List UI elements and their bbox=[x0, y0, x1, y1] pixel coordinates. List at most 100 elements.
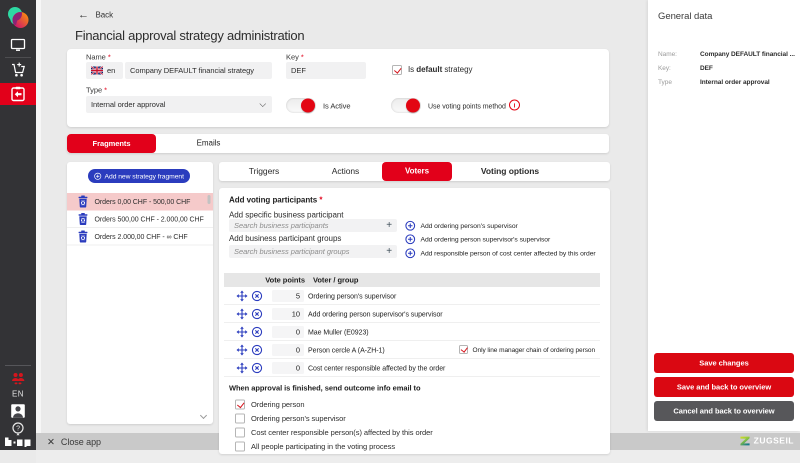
toggle-knob bbox=[301, 99, 315, 113]
language-prefix[interactable]: en bbox=[86, 62, 123, 79]
line-manager-chain-option: Only line manager chain of ordering pers… bbox=[459, 345, 595, 354]
toggle-knob bbox=[406, 99, 420, 113]
people-red-icon bbox=[11, 372, 26, 385]
gd-type-label: Type bbox=[658, 78, 672, 86]
vote-points-value[interactable]: 5 bbox=[272, 290, 304, 302]
is-active-toggle[interactable] bbox=[286, 98, 316, 113]
search-business-participants-input[interactable]: Search business participants + bbox=[229, 219, 397, 232]
fragment-item[interactable]: Orders 2.000,00 CHF - ∞ CHF bbox=[67, 228, 213, 246]
voter-name: Ordering person's supervisor bbox=[308, 292, 396, 300]
language-switcher[interactable]: EN bbox=[0, 389, 36, 400]
voter-row: 0 Person cercle A (A-ZH-1) Only line man… bbox=[224, 341, 600, 359]
vote-points-value[interactable]: 0 bbox=[272, 326, 304, 338]
search-participant-groups-input[interactable]: Search business participant groups + bbox=[229, 245, 397, 258]
fragment-item[interactable]: Orders 500,00 CHF - 2.000,00 CHF bbox=[67, 211, 213, 229]
add-supervisor-link[interactable]: Add ordering person's supervisor bbox=[405, 221, 518, 232]
type-select[interactable]: Internal order approval bbox=[86, 96, 272, 113]
cancel-and-back-button[interactable]: Cancel and back to overview bbox=[654, 401, 794, 421]
trash-icon[interactable] bbox=[78, 195, 88, 207]
subtab-voters[interactable]: Voters bbox=[382, 162, 452, 181]
gd-key-value: DEF bbox=[700, 64, 713, 72]
email-option-checkbox[interactable] bbox=[235, 428, 245, 438]
line-manager-chain-checkbox[interactable] bbox=[459, 345, 468, 354]
is-default-checkbox[interactable] bbox=[392, 65, 402, 75]
monitor-icon bbox=[10, 38, 26, 52]
cart-plus-icon bbox=[10, 62, 26, 78]
name-input[interactable]: Company DEFAULT financial strategy bbox=[125, 62, 272, 79]
info-icon[interactable]: i bbox=[509, 100, 520, 111]
sidebar-item-profile[interactable] bbox=[0, 403, 36, 419]
scrollbar-thumb[interactable] bbox=[208, 195, 211, 204]
app-logo-icon bbox=[6, 5, 30, 31]
move-icon[interactable] bbox=[237, 345, 248, 356]
content-scroll-gutter bbox=[36, 0, 41, 433]
add-cost-center-responsible-link[interactable]: Add responsible person of cost center af… bbox=[405, 248, 596, 259]
sidebar-item-help[interactable]: ? bbox=[0, 422, 36, 436]
voter-name: Add ordering person supervisor's supervi… bbox=[308, 310, 443, 318]
main-tabbar: Fragments Emails bbox=[67, 134, 609, 153]
move-icon[interactable] bbox=[237, 327, 248, 338]
app-sidebar: EN ? bbox=[0, 0, 36, 450]
remove-icon[interactable] bbox=[252, 327, 263, 338]
trash-icon[interactable] bbox=[78, 230, 88, 242]
key-input[interactable]: DEF bbox=[286, 62, 366, 79]
remove-icon[interactable] bbox=[252, 363, 263, 374]
move-icon[interactable] bbox=[237, 309, 248, 320]
circle-plus-icon bbox=[94, 172, 102, 180]
is-default-label: Is default strategy bbox=[408, 66, 472, 75]
fragment-item[interactable]: Orders 0,00 CHF - 500,00 CHF bbox=[67, 193, 213, 211]
bp-logo bbox=[0, 436, 36, 448]
help-icon: ? bbox=[12, 422, 25, 436]
voting-points-toggle[interactable] bbox=[391, 98, 421, 113]
vote-points-value[interactable]: 0 bbox=[272, 362, 304, 374]
voter-row: 10 Add ordering person supervisor's supe… bbox=[224, 305, 600, 323]
add-supervisors-supervisor-link[interactable]: Add ordering person supervisor's supervi… bbox=[405, 234, 550, 245]
back-button[interactable]: ← Back bbox=[78, 11, 113, 20]
move-icon[interactable] bbox=[237, 363, 248, 374]
scroll-down-icon[interactable] bbox=[200, 412, 207, 419]
general-data-title: General data bbox=[658, 11, 712, 22]
add-strategy-fragment-button[interactable]: Add new strategy fragment bbox=[88, 169, 190, 183]
move-icon[interactable] bbox=[237, 291, 248, 302]
email-option-checkbox[interactable] bbox=[235, 400, 245, 410]
email-option-row: All people participating in the voting p… bbox=[235, 442, 395, 452]
voter-name: Person cercle A (A-ZH-1) bbox=[308, 346, 385, 354]
sidebar-item-approval-active[interactable] bbox=[0, 83, 36, 105]
zugseil-z-icon bbox=[740, 436, 751, 447]
circle-plus-icon bbox=[405, 221, 416, 232]
subtab-triggers[interactable]: Triggers bbox=[219, 162, 309, 181]
gd-name-value: Company DEFAULT financial ... bbox=[700, 50, 795, 58]
app-logo[interactable] bbox=[0, 4, 36, 32]
gd-type-value: Internal order approval bbox=[700, 78, 770, 86]
is-active-label: Is Active bbox=[323, 102, 350, 111]
close-app-button[interactable]: ✕ Close app bbox=[47, 437, 101, 448]
plus-icon[interactable]: + bbox=[386, 246, 392, 256]
remove-icon[interactable] bbox=[252, 291, 263, 302]
sidebar-item-cart[interactable] bbox=[0, 61, 36, 79]
sidebar-item-participants[interactable] bbox=[0, 371, 36, 386]
gd-name-label: Name: bbox=[658, 50, 677, 58]
subtab-actions[interactable]: Actions bbox=[309, 162, 382, 181]
remove-icon[interactable] bbox=[252, 345, 263, 356]
strategy-form-card: Name * en Company DEFAULT financial stra… bbox=[67, 49, 609, 127]
voter-row: 5 Ordering person's supervisor bbox=[224, 287, 600, 305]
sidebar-item-dashboard[interactable] bbox=[0, 36, 36, 54]
bp-logo-icon bbox=[4, 437, 32, 447]
voters-panel: Add voting participants * Add specific b… bbox=[219, 188, 610, 454]
tab-emails[interactable]: Emails bbox=[156, 134, 261, 153]
user-avatar-icon bbox=[11, 404, 26, 419]
name-label: Name * bbox=[86, 53, 111, 62]
save-changes-button[interactable]: Save changes bbox=[654, 353, 794, 373]
save-and-back-button[interactable]: Save and back to overview bbox=[654, 377, 794, 397]
email-option-row: Ordering person bbox=[235, 400, 304, 410]
tab-fragments[interactable]: Fragments bbox=[67, 134, 156, 153]
vote-points-value[interactable]: 10 bbox=[272, 308, 304, 320]
email-option-checkbox[interactable] bbox=[235, 442, 245, 452]
remove-icon[interactable] bbox=[252, 309, 263, 320]
subtab-voting-options[interactable]: Voting options bbox=[452, 162, 568, 181]
plus-icon[interactable]: + bbox=[386, 220, 392, 230]
vote-points-value[interactable]: 0 bbox=[272, 344, 304, 356]
email-option-checkbox[interactable] bbox=[235, 414, 245, 424]
is-default-checkbox-row: Is default strategy bbox=[392, 65, 472, 75]
trash-icon[interactable] bbox=[78, 213, 88, 225]
